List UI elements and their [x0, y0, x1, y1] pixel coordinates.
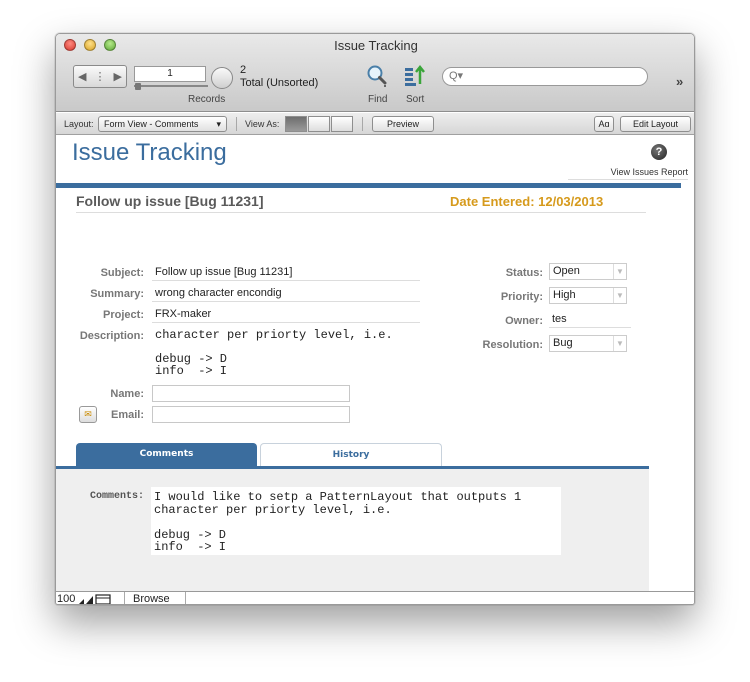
date-entered: Date Entered: 12/03/2013 [450, 194, 604, 209]
content-margin [649, 469, 694, 594]
help-icon[interactable]: ? [651, 144, 667, 160]
name-field[interactable] [152, 385, 350, 402]
table-view-button[interactable] [331, 116, 353, 132]
page-title: Issue Tracking [72, 139, 227, 166]
record-status: Total (Unsorted) [240, 77, 319, 89]
tab-comments[interactable]: Comments [76, 443, 257, 466]
divider [236, 117, 237, 131]
subject-field[interactable]: Follow up issue [Bug 11231] [152, 264, 420, 281]
next-record-icon[interactable]: ▶ [114, 70, 122, 83]
chevron-down-icon: ▾ [216, 119, 221, 129]
previous-record-icon[interactable]: ◀ [78, 70, 86, 83]
app-window: Issue Tracking ◀ ⋮ ▶ 1 2 Total (Unsorted… [55, 33, 695, 605]
owner-field[interactable]: tes [549, 311, 631, 328]
edit-layout-button[interactable]: Edit Layout [620, 116, 691, 132]
status-label: Status: [505, 267, 543, 279]
chevron-down-icon: ▼ [613, 264, 626, 279]
summary-label: Summary: [90, 288, 144, 300]
priority-select[interactable]: High ▼ [549, 287, 627, 304]
record-pie-icon[interactable] [211, 67, 233, 89]
status-bar: 100 Browse [56, 591, 694, 605]
record-navigator[interactable]: ◀ ⋮ ▶ [73, 65, 127, 88]
comments-field[interactable]: I would like to setp a PatternLayout tha… [151, 487, 561, 555]
tab-history[interactable]: History [260, 443, 442, 466]
zoom-level[interactable]: 100 [57, 593, 75, 604]
flip-book-icon: ⋮ [94, 71, 106, 83]
chevron-down-icon: ▼ [613, 288, 626, 303]
current-record-input[interactable]: 1 [134, 66, 206, 82]
summary-field[interactable]: wrong character encondig [152, 285, 420, 302]
form-view-button[interactable] [285, 116, 307, 132]
layout-select[interactable]: Form View - Comments ▾ [98, 116, 227, 132]
sort-icon[interactable] [403, 64, 427, 88]
quick-find-input[interactable]: Q▾ [442, 67, 648, 86]
resolution-label: Resolution: [482, 339, 544, 351]
resolution-value: Bug [553, 337, 573, 349]
window-title: Issue Tracking [334, 38, 418, 53]
mode-indicator[interactable]: Browse [124, 592, 186, 604]
email-label: Email: [110, 409, 144, 421]
text-formatting-button[interactable]: Aɑ [594, 116, 614, 132]
sort-label: Sort [406, 94, 425, 105]
find-label: Find [368, 94, 388, 105]
subject-label: Subject: [100, 267, 144, 279]
email-field[interactable] [152, 406, 350, 423]
zoom-controls-icon[interactable] [78, 594, 121, 605]
divider [76, 212, 646, 213]
project-label: Project: [103, 309, 144, 321]
preview-button[interactable]: Preview [372, 116, 434, 132]
priority-label: Priority: [500, 291, 543, 303]
window-toolbar: Issue Tracking ◀ ⋮ ▶ 1 2 Total (Unsorted… [56, 34, 694, 112]
comments-panel: Comments: I would like to setp a Pattern… [56, 469, 649, 594]
chevron-down-icon: ▼ [613, 336, 626, 351]
status-value: Open [553, 265, 580, 277]
find-icon[interactable] [365, 64, 389, 88]
project-field[interactable]: FRX-maker [152, 306, 420, 323]
layout-content: Issue Tracking ? View Issues Report Foll… [56, 136, 694, 594]
issue-title: Follow up issue [Bug 11231] [76, 193, 264, 209]
records-label: Records [188, 94, 226, 105]
view-issues-report-link[interactable]: View Issues Report [568, 167, 688, 180]
description-field[interactable]: character per priorty level, i.e. debug … [152, 326, 420, 377]
view-as-label: View As: [245, 119, 280, 129]
record-slider-handle[interactable] [135, 83, 141, 90]
name-label: Name: [110, 388, 144, 400]
status-select[interactable]: Open ▼ [549, 263, 627, 280]
owner-label: Owner: [505, 315, 543, 327]
list-view-button[interactable] [308, 116, 330, 132]
layout-bar: Layout: Form View - Comments ▾ View As: … [56, 113, 694, 135]
divider [362, 117, 363, 131]
record-count: 2 [240, 64, 247, 76]
resolution-select[interactable]: Bug ▼ [549, 335, 627, 352]
description-label: Description: [79, 330, 144, 342]
layout-label: Layout: [64, 119, 94, 129]
issue-header: Follow up issue [Bug 11231] Date Entered… [56, 188, 681, 214]
toolbar-overflow-button[interactable]: » [676, 74, 683, 89]
record-slider[interactable] [134, 85, 208, 87]
priority-value: High [553, 289, 576, 301]
layout-select-value: Form View - Comments [104, 119, 199, 129]
comments-label: Comments: [89, 491, 144, 502]
